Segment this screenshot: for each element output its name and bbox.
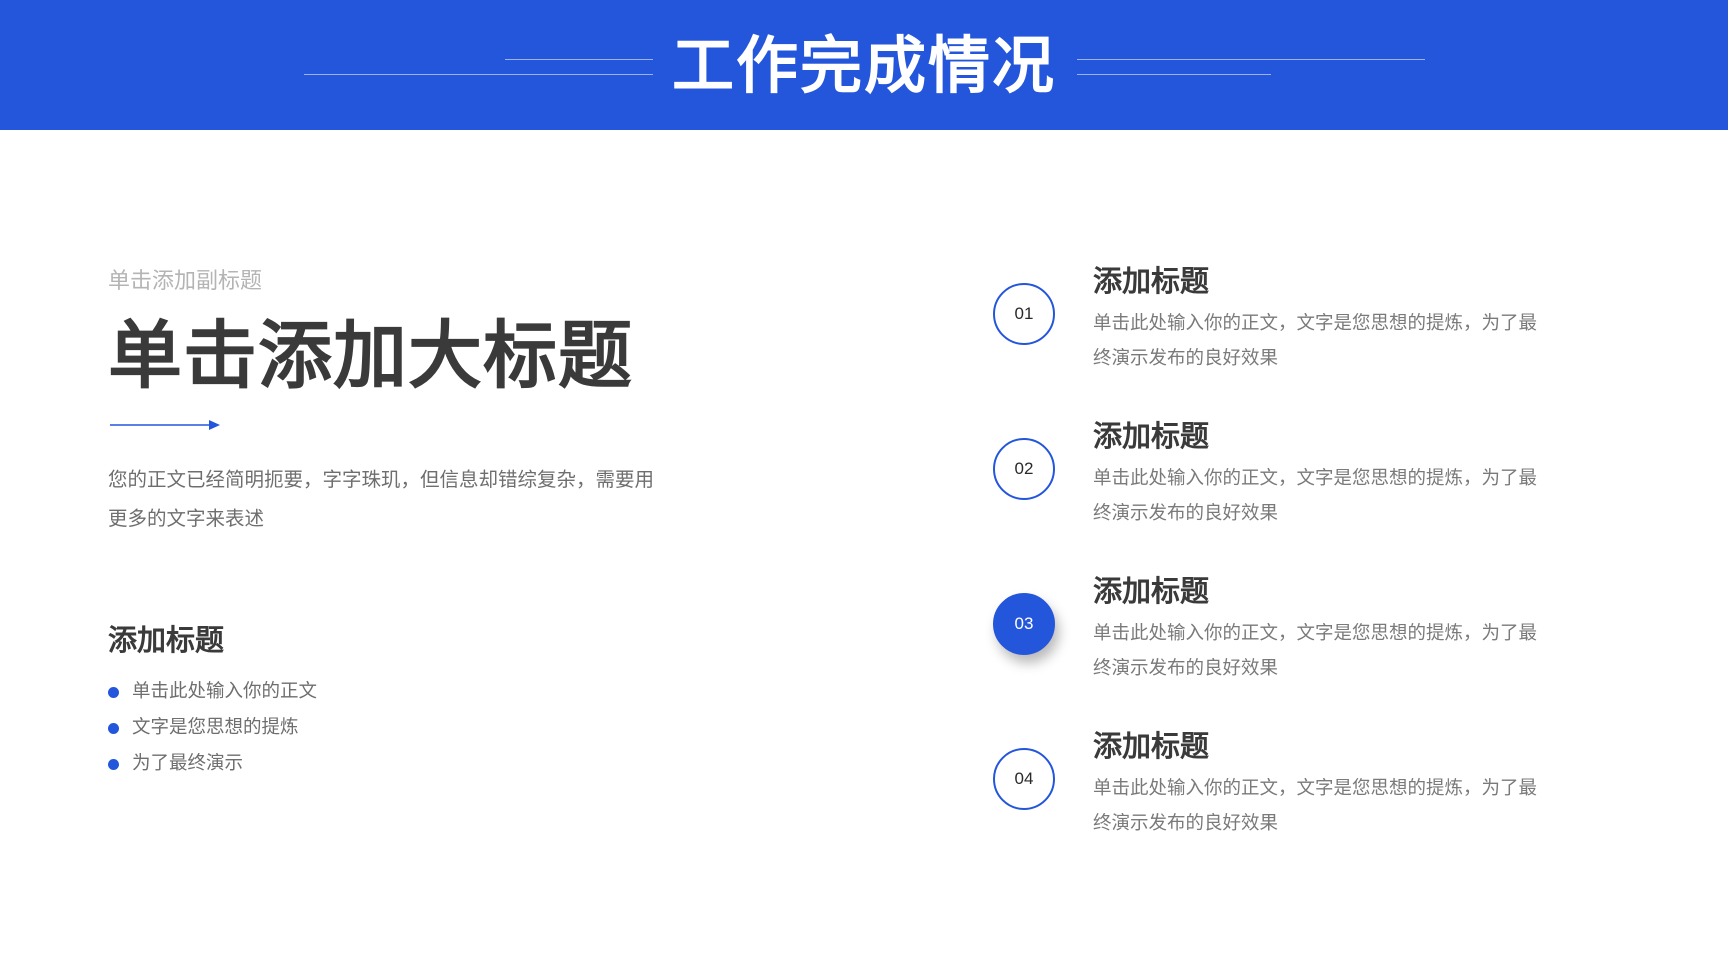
number-badge-active: 03: [993, 593, 1055, 655]
item-title[interactable]: 添加标题: [1093, 415, 1209, 457]
item-description[interactable]: 单击此处输入你的正文，文字是您思想的提炼，为了最终演示发布的良好效果: [1093, 616, 1543, 686]
header-bar: 工作完成情况: [0, 0, 1728, 130]
left-section-title[interactable]: 添加标题: [108, 618, 224, 662]
item-title[interactable]: 添加标题: [1093, 260, 1209, 302]
numbered-item-04: 04 添加标题 单击此处输入你的正文，文字是您思想的提炼，为了最终演示发布的良好…: [993, 725, 1553, 865]
bullet-dot-icon: [108, 723, 119, 734]
bullet-dot-icon: [108, 687, 119, 698]
bullet-item: 文字是您思想的提炼: [108, 710, 317, 746]
slide: 工作完成情况 单击添加副标题 单击添加大标题 您的正文已经简明扼要，字字珠玑，但…: [0, 0, 1728, 972]
hero-subtitle[interactable]: 单击添加副标题: [108, 266, 262, 298]
arrow-right-icon: [110, 420, 220, 430]
item-description[interactable]: 单击此处输入你的正文，文字是您思想的提炼，为了最终演示发布的良好效果: [1093, 771, 1543, 841]
numbered-item-01: 01 添加标题 单击此处输入你的正文，文字是您思想的提炼，为了最终演示发布的良好…: [993, 260, 1553, 400]
hero-title[interactable]: 单击添加大标题: [108, 308, 633, 404]
numbered-item-02: 02 添加标题 单击此处输入你的正文，文字是您思想的提炼，为了最终演示发布的良好…: [993, 415, 1553, 555]
hero-body-text[interactable]: 您的正文已经简明扼要，字字珠玑，但信息却错综复杂，需要用更多的文字来表述: [108, 460, 668, 538]
item-description[interactable]: 单击此处输入你的正文，文字是您思想的提炼，为了最终演示发布的良好效果: [1093, 461, 1543, 531]
number-badge: 02: [993, 438, 1055, 500]
item-title[interactable]: 添加标题: [1093, 570, 1209, 612]
bullet-item: 为了最终演示: [108, 746, 317, 782]
number-badge: 01: [993, 283, 1055, 345]
number-badge: 04: [993, 748, 1055, 810]
bullet-item: 单击此处输入你的正文: [108, 674, 317, 710]
item-description[interactable]: 单击此处输入你的正文，文字是您思想的提炼，为了最终演示发布的良好效果: [1093, 306, 1543, 376]
bullet-text[interactable]: 为了最终演示: [132, 753, 243, 774]
page-title: 工作完成情况: [671, 29, 1056, 102]
bullet-text[interactable]: 单击此处输入你的正文: [132, 681, 317, 702]
numbered-item-03: 03 添加标题 单击此处输入你的正文，文字是您思想的提炼，为了最终演示发布的良好…: [993, 570, 1553, 710]
bullet-list: 单击此处输入你的正文 文字是您思想的提炼 为了最终演示: [108, 674, 317, 782]
bullet-dot-icon: [108, 759, 119, 770]
item-title[interactable]: 添加标题: [1093, 725, 1209, 767]
bullet-text[interactable]: 文字是您思想的提炼: [132, 717, 299, 738]
